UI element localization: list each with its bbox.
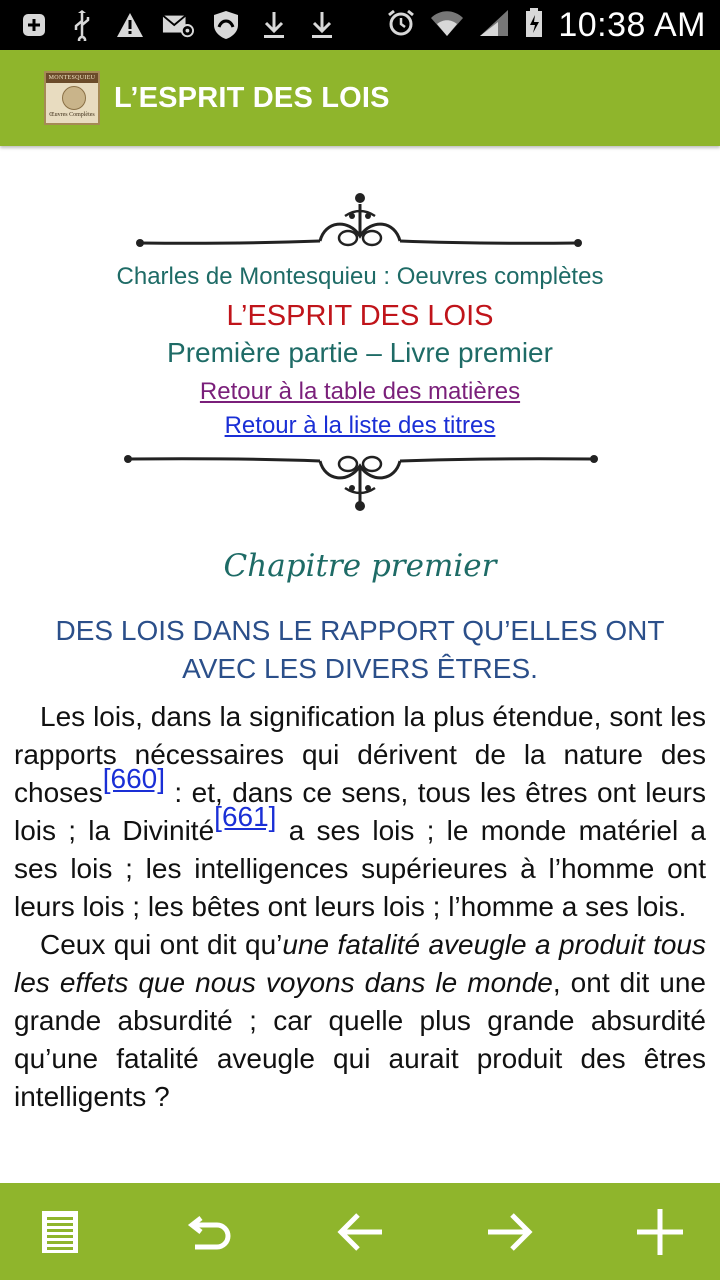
app-logo[interactable]: MONTESQUIEU Œuvres Complètes — [44, 71, 100, 125]
paragraph: Ceux qui ont dit qu’une fatalité aveugle… — [14, 926, 706, 1116]
email-icon — [162, 9, 194, 41]
top-ornament — [136, 193, 582, 247]
alarm-icon — [386, 8, 416, 43]
app-title: L’ESPRIT DES LOIS — [114, 82, 390, 114]
app-bar: MONTESQUIEU Œuvres Complètes L’ESPRIT DE… — [0, 50, 720, 146]
add-button[interactable] — [600, 1183, 720, 1280]
logo-band-text: MONTESQUIEU — [46, 73, 98, 83]
footnote-ref: [661] — [214, 801, 276, 832]
arrow-left-icon — [337, 1212, 382, 1251]
titles-list-link[interactable]: Retour à la liste des titres — [225, 412, 496, 439]
plus-icon — [637, 1208, 683, 1255]
table-of-contents-link[interactable]: Retour à la table des matières — [200, 378, 520, 405]
author-line: Charles de Montesquieu : Oeuvres complèt… — [116, 263, 604, 290]
table-of-contents-button[interactable] — [0, 1183, 120, 1280]
add-icon — [18, 9, 50, 41]
toc-icon — [42, 1210, 78, 1253]
download-icon — [258, 9, 290, 41]
chapter-body: Les lois, dans la signification la plus … — [14, 698, 706, 1116]
wifi-icon — [430, 8, 464, 43]
logo-sub-text: Œuvres Complètes — [49, 112, 95, 118]
warning-icon — [114, 9, 146, 41]
next-page-button[interactable] — [450, 1183, 570, 1280]
part-line: Première partie – Livre premier — [167, 337, 553, 368]
footnote-661-link[interactable]: [661] — [214, 801, 276, 832]
book-title: L’ESPRIT DES LOIS — [226, 300, 494, 332]
notification-icons — [18, 0, 338, 50]
bottom-toolbar — [0, 1183, 720, 1280]
shield-icon — [210, 9, 242, 41]
system-icons: 10:38 AM — [386, 0, 706, 50]
return-icon — [187, 1215, 231, 1249]
status-bar: 10:38 AM — [0, 0, 720, 50]
footnote-660-link[interactable]: [660] — [103, 763, 165, 794]
battery-icon — [524, 7, 544, 44]
paragraph: Les lois, dans la signification la plus … — [14, 698, 706, 926]
arrow-right-icon — [488, 1212, 533, 1251]
footnote-ref: [660] — [103, 763, 165, 794]
toc-link-container: Retour à la table des matières — [0, 376, 720, 408]
download-icon — [306, 9, 338, 41]
reader-content[interactable]: Charles de Montesquieu : Oeuvres complèt… — [0, 146, 720, 1183]
previous-page-button[interactable] — [300, 1183, 420, 1280]
status-time: 10:38 AM — [558, 5, 706, 44]
chapter-title: Chapitre premier — [223, 548, 497, 584]
logo-portrait — [62, 86, 86, 110]
chapter-subtitle: DES LOIS DANS LE RAPPORT QU’ELLES ONT AV… — [55, 615, 665, 684]
bottom-ornament — [124, 455, 598, 511]
paragraph-text: Ceux qui ont dit qu’ — [40, 929, 283, 960]
usb-icon — [66, 9, 98, 41]
return-button[interactable] — [150, 1183, 270, 1280]
signal-icon — [478, 8, 510, 43]
